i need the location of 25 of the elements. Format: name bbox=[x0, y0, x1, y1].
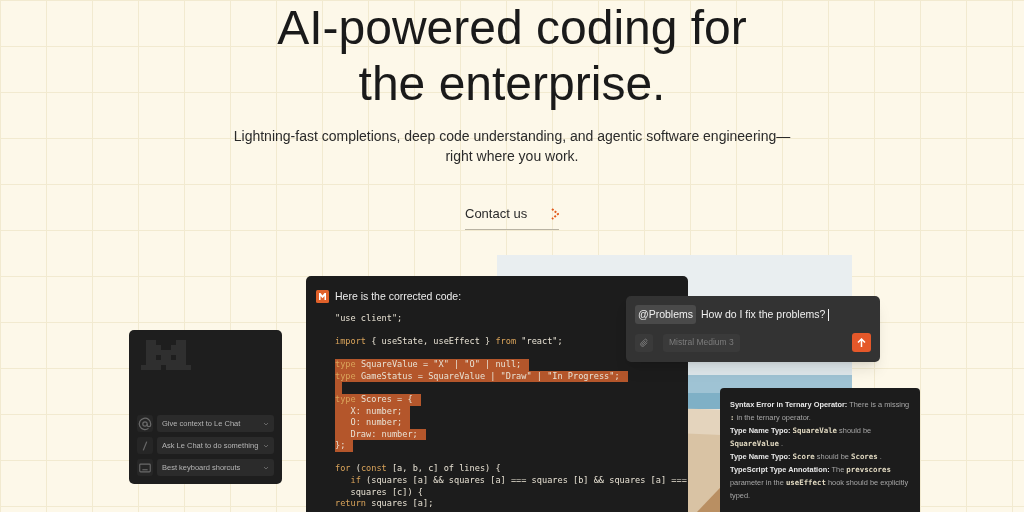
code-line: import { useState, useEffect } from "react"; bbox=[335, 335, 563, 348]
attach-button[interactable] bbox=[635, 333, 653, 352]
code-line: for (const [a, b, c] of lines) { bbox=[335, 463, 501, 476]
chevron-right-icon bbox=[551, 207, 559, 220]
keyboard-icon bbox=[138, 460, 152, 475]
send-button[interactable] bbox=[852, 333, 871, 352]
code-line: if (squares [a] && squares [a] === squares [b] && squares [a] === bbox=[349, 475, 687, 487]
mention-chip[interactable]: @Problems bbox=[635, 305, 696, 324]
hero-subtitle: Lightning-fast completions, deep code understanding, and agentic software engineering— bbox=[233, 127, 791, 146]
hero-title: AI-powered coding for bbox=[277, 0, 747, 56]
logo-icon bbox=[316, 290, 329, 304]
code-line: squares [c]) { bbox=[349, 486, 423, 499]
contact-link[interactable]: Contact us bbox=[465, 204, 559, 230]
code-heading: Here is the corrected code: bbox=[335, 289, 462, 304]
chevron-down-icon bbox=[263, 421, 269, 426]
chevron-down-icon bbox=[263, 443, 269, 448]
prompt-field[interactable]: How do I fix the problems? bbox=[701, 306, 830, 323]
paperclip-icon bbox=[639, 337, 649, 348]
hero-subtitle: right where you work. bbox=[445, 147, 579, 166]
chevron-down-icon bbox=[263, 465, 269, 470]
code-line: return squares [a]; bbox=[335, 498, 434, 510]
hero-title: the enterprise. bbox=[358, 56, 666, 112]
arrow-up-icon bbox=[857, 337, 866, 348]
at-sign-icon bbox=[138, 416, 152, 431]
code-line: "use client"; bbox=[335, 312, 403, 325]
